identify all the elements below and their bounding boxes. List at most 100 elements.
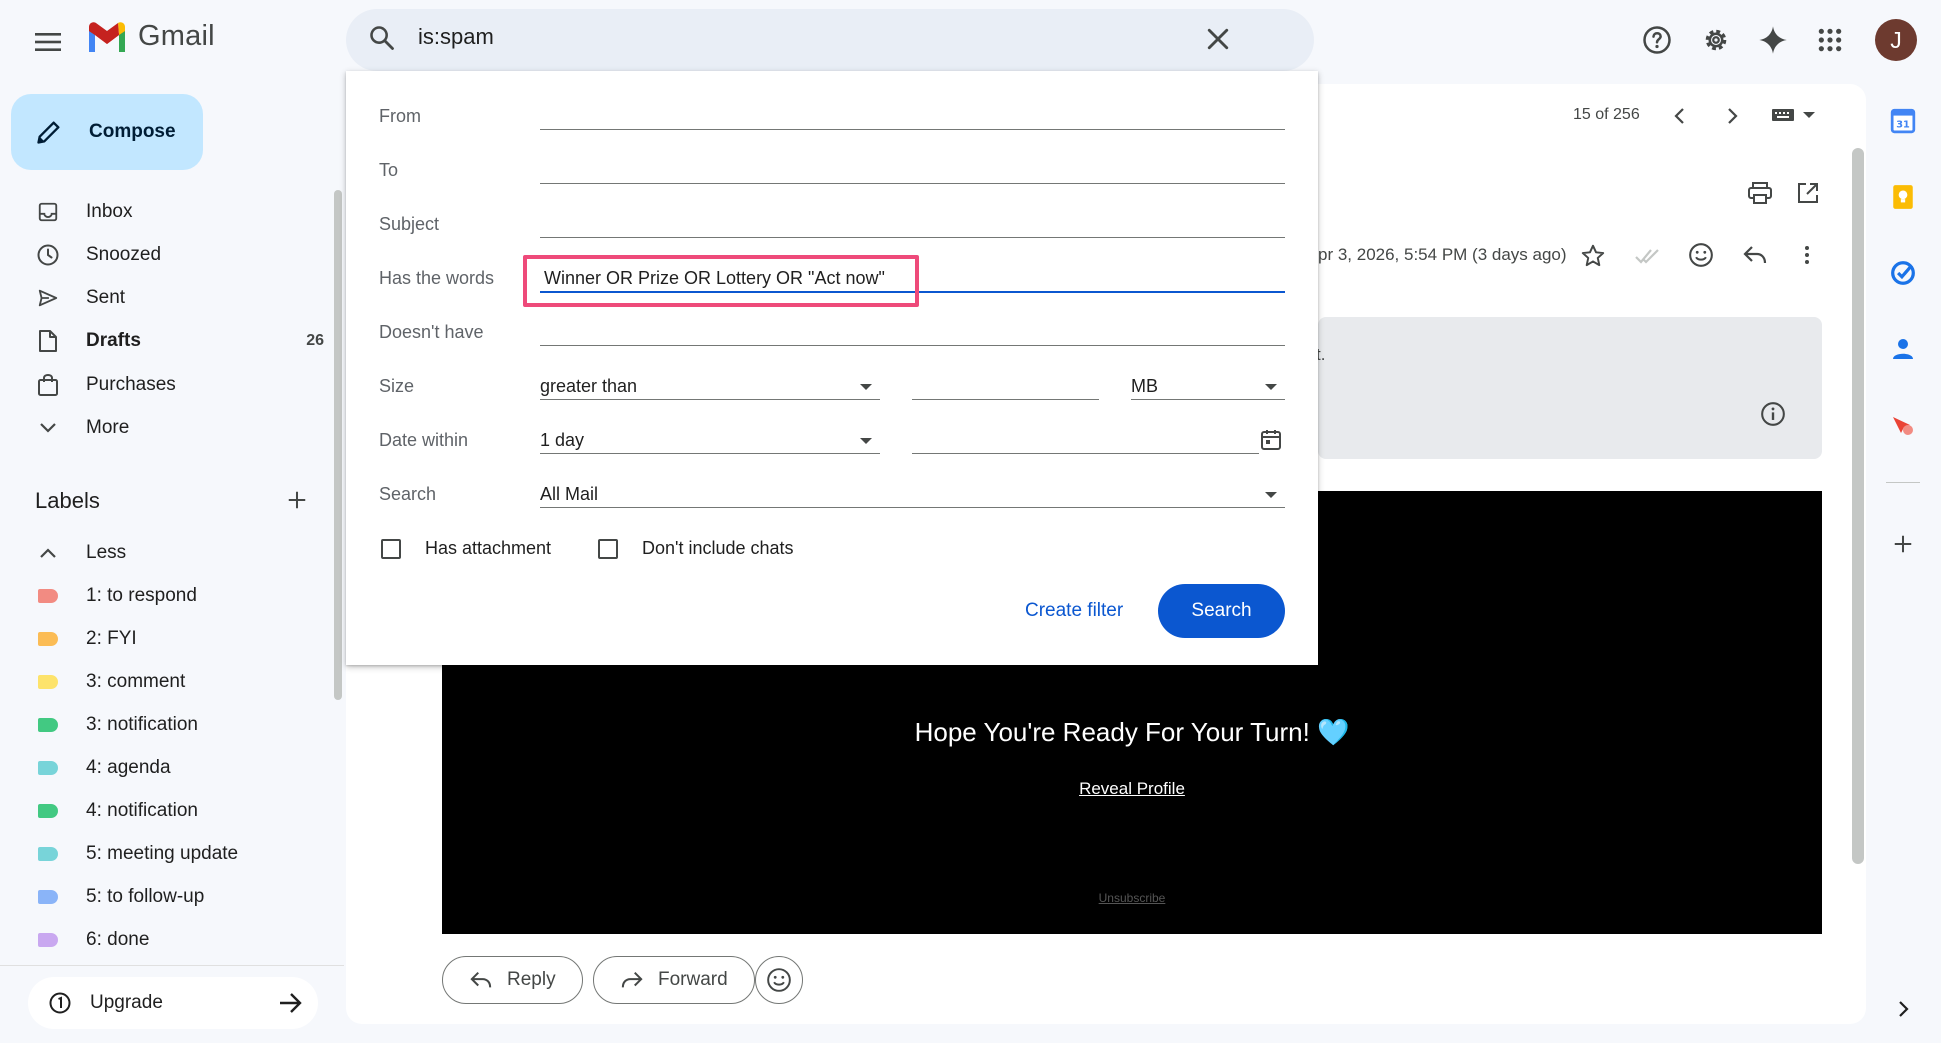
label-tag-icon [38,847,58,861]
subject-input[interactable] [540,237,1285,238]
caret-down-icon [1265,492,1277,498]
clear-search-icon[interactable] [1203,24,1233,54]
open-in-new-window-icon[interactable] [1796,181,1820,205]
input-tools-button[interactable] [1771,106,1815,124]
dont-include-chats-checkbox[interactable]: Don't include chats [598,538,794,559]
size-operator-select[interactable]: greater than [540,370,880,400]
reply-icon[interactable] [1742,243,1768,267]
help-icon[interactable] [1637,20,1677,60]
tasks-app-icon[interactable] [1886,256,1920,290]
label-item[interactable]: 5: to follow-up [38,879,204,915]
checkbox-box [598,538,618,559]
label-item[interactable]: 4: agenda [38,750,171,786]
size-operator-value: greater than [540,376,638,396]
sidebar-divider [0,965,344,966]
sidebar-scrollbar[interactable] [334,190,342,700]
message-scrollbar[interactable] [1852,148,1864,864]
sidebar-item-sent[interactable]: Sent [36,279,316,317]
label-name: 3: notification [86,714,198,735]
upgrade-label: Upgrade [90,992,163,1013]
date-input[interactable] [912,453,1259,454]
reveal-profile-link[interactable]: Reveal Profile [442,779,1822,799]
label-item[interactable]: 5: meeting update [38,836,238,872]
gemini-sparkle-icon[interactable] [1753,20,1793,60]
from-input[interactable] [540,129,1285,130]
label-item[interactable]: 2: FYI [38,621,137,657]
date-within-select[interactable]: 1 day [540,424,880,454]
pencil-icon [37,121,60,144]
spam-warning-banner [1318,317,1822,459]
sidebar-item-more[interactable]: More [36,409,316,447]
emoji-reaction-button[interactable] [755,956,803,1004]
label-item[interactable]: 6: done [38,922,149,958]
sidebar-item-inbox[interactable]: Inbox [36,193,316,231]
label-item[interactable]: 1: to respond [38,578,197,614]
label-item[interactable]: 3: comment [38,664,185,700]
unsubscribe-link[interactable]: Unsubscribe [442,891,1822,905]
star-icon[interactable] [1580,243,1606,269]
labels-heading: Labels [35,488,100,513]
label-item[interactable]: 3: notification [38,707,198,743]
from-label: From [379,106,421,126]
labels-less-label: Less [86,542,127,563]
size-value-input[interactable] [912,399,1099,400]
contacts-app-icon[interactable] [1886,332,1920,366]
search-submit-button[interactable]: Search [1158,584,1285,638]
size-unit-select[interactable]: MB [1131,370,1285,400]
gmail-logo[interactable]: Gmail [86,20,215,53]
checkbox-box [381,538,401,559]
doesnt-have-input[interactable] [540,345,1285,346]
print-icon[interactable] [1747,181,1773,205]
show-side-panel-chevron-icon[interactable] [1886,992,1920,1026]
label-tag-icon [38,804,58,818]
account-avatar[interactable]: J [1875,19,1917,61]
calendar-app-icon[interactable]: 31 [1886,104,1920,138]
annotation-highlight-box [523,255,919,307]
app-name: Gmail [138,20,215,52]
to-label: To [379,160,399,180]
settings-gear-icon[interactable] [1696,20,1736,60]
upgrade-button[interactable]: Upgrade [28,977,318,1029]
label-tag-icon [38,632,58,646]
has-attachment-checkbox[interactable]: Has attachment [381,538,551,559]
add-label-icon[interactable] [286,489,308,511]
label-name: 2: FYI [86,628,137,649]
info-icon[interactable] [1760,401,1786,427]
doesnt-have-label: Doesn't have [379,322,484,342]
create-filter-button[interactable]: Create filter [1025,600,1123,622]
sidebar-item-label: Purchases [86,374,176,395]
advanced-search-panel [346,71,1318,665]
message-date: pr 3, 2026, 5:54 PM (3 days ago) [1318,245,1567,264]
sidebar-item-purchases[interactable]: Purchases [36,366,316,404]
calendar-picker-icon[interactable] [1259,428,1283,452]
forward-arrow-icon [621,971,643,988]
label-tag-icon [38,589,58,603]
keyboard-icon [1772,109,1794,121]
newer-chevron-left-icon[interactable] [1668,104,1692,128]
add-reaction-emoji-icon[interactable] [1688,242,1714,268]
sidebar-item-drafts[interactable]: Drafts 26 [36,322,324,360]
search-scope-select[interactable]: All Mail [540,478,1285,508]
sidebar-item-snoozed[interactable]: Snoozed [36,236,316,274]
reply-label: Reply [507,969,556,990]
reply-arrow-icon [470,971,492,988]
reply-button[interactable]: Reply [442,956,583,1004]
labels-less-toggle[interactable]: Less [38,535,126,571]
label-item[interactable]: 4: notification [38,793,198,829]
inbox-icon [36,200,60,224]
compose-button[interactable]: Compose [11,94,203,170]
label-name: 5: meeting update [86,843,239,864]
forward-button[interactable]: Forward [593,956,755,1004]
sidebar-item-label: Drafts [86,330,141,351]
search-input[interactable]: is:spam [418,24,494,50]
search-icon[interactable] [368,24,396,52]
addon-app-icon[interactable] [1886,408,1920,442]
main-menu-button[interactable] [28,22,68,62]
older-chevron-right-icon[interactable] [1720,104,1744,128]
get-addons-plus-icon[interactable] [1886,527,1920,561]
keep-app-icon[interactable] [1886,180,1920,214]
rail-divider [1886,482,1920,483]
apps-grid-icon[interactable] [1810,20,1850,60]
to-input[interactable] [540,183,1285,184]
more-vertical-icon[interactable] [1795,243,1819,267]
